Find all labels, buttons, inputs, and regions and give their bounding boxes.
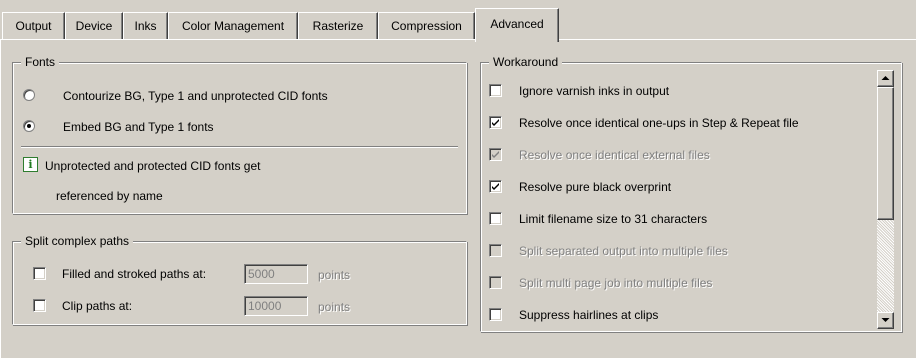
limit-filename-label: Limit filename size to 31 characters [519,212,708,226]
contourize-radio[interactable] [23,89,35,101]
scroll-thumb[interactable] [877,87,894,220]
workaround-item-limit-filename[interactable]: Limit filename size to 31 characters [480,211,870,227]
workaround-list: Ignore varnish inks in output Resolve on… [480,70,876,329]
fonts-separator [21,146,458,148]
black-overprint-checkbox[interactable] [489,180,502,193]
fonts-info-line1: Unprotected and protected CID fonts get [45,159,261,173]
resolve-external-checkbox[interactable] [489,148,502,161]
fonts-group-title: Fonts [21,54,60,70]
ignore-varnish-checkbox[interactable] [489,84,502,97]
check-icon [492,151,499,158]
clip-paths-row[interactable]: Clip paths at: [13,298,233,314]
tab-inks[interactable]: Inks [123,12,168,40]
arrow-up-icon [881,76,890,80]
clip-paths-checkbox[interactable] [33,299,46,312]
tab-compression[interactable]: Compression [378,12,475,40]
suppress-hairlines-label: Suppress hairlines at clips [519,308,659,322]
embed-radio[interactable] [23,120,35,132]
filled-stroked-unit: points [318,268,351,282]
resolve-external-label: Resolve once identical external files [519,148,710,162]
arrow-down-icon [881,318,890,322]
fonts-info-line2: referenced by name [56,189,163,203]
radio-selected-dot [27,124,31,128]
clip-paths-points-input[interactable]: 10000 [244,296,308,316]
scroll-down-button[interactable] [877,312,894,329]
workaround-item-ignore-varnish[interactable]: Ignore varnish inks in output [480,83,870,99]
split-separated-label: Split separated output into multiple fil… [519,244,728,258]
tab-device[interactable]: Device [65,12,123,40]
suppress-hairlines-checkbox[interactable] [489,308,502,321]
fonts-option-contourize[interactable]: Contourize BG, Type 1 and unprotected CI… [13,88,453,104]
resolve-one-ups-checkbox[interactable] [489,116,502,129]
workaround-item-suppress-hairlines[interactable]: Suppress hairlines at clips [480,307,870,323]
info-icon: i [23,157,38,172]
workaround-item-resolve-one-ups[interactable]: Resolve once identical one-ups in Step &… [480,115,870,131]
tab-output[interactable]: Output [2,12,65,40]
fonts-option-embed[interactable]: Embed BG and Type 1 fonts [13,119,453,135]
workaround-item-resolve-external[interactable]: Resolve once identical external files [480,147,870,163]
filled-stroked-row[interactable]: Filled and stroked paths at: [13,266,233,282]
filled-stroked-points-input[interactable]: 5000 [244,264,308,284]
ignore-varnish-label: Ignore varnish inks in output [519,84,670,98]
embed-label: Embed BG and Type 1 fonts [63,120,214,134]
clip-paths-unit: points [318,300,351,314]
contourize-label: Contourize BG, Type 1 and unprotected CI… [63,89,328,103]
scroll-up-button[interactable] [877,70,894,87]
resolve-one-ups-label: Resolve once identical one-ups in Step &… [519,116,799,130]
workaround-group-title: Workaround [489,54,563,70]
split-separated-checkbox[interactable] [489,244,502,257]
split-group-title: Split complex paths [21,233,134,249]
workaround-item-black-overprint[interactable]: Resolve pure black overprint [480,179,870,195]
fonts-group: Fonts Contourize BG, Type 1 and unprotec… [12,54,467,214]
split-paths-group: Split complex paths Filled and stroked p… [12,233,467,325]
workaround-scrollbar[interactable] [877,70,894,329]
filled-stroked-checkbox[interactable] [33,267,46,280]
limit-filename-checkbox[interactable] [489,212,502,225]
tab-rasterize[interactable]: Rasterize [298,12,378,40]
clip-paths-label: Clip paths at: [62,299,133,313]
check-icon [492,119,499,126]
workaround-item-split-separated[interactable]: Split separated output into multiple fil… [480,243,870,259]
split-multipage-label: Split multi page job into multiple files [519,276,713,290]
black-overprint-label: Resolve pure black overprint [519,180,672,194]
workaround-item-split-multipage[interactable]: Split multi page job into multiple files [480,275,870,291]
tab-advanced[interactable]: Advanced [475,8,559,42]
check-icon [492,183,499,190]
tab-color-management[interactable]: Color Management [168,12,298,40]
split-multipage-checkbox[interactable] [489,276,502,289]
filled-stroked-label: Filled and stroked paths at: [62,267,207,281]
